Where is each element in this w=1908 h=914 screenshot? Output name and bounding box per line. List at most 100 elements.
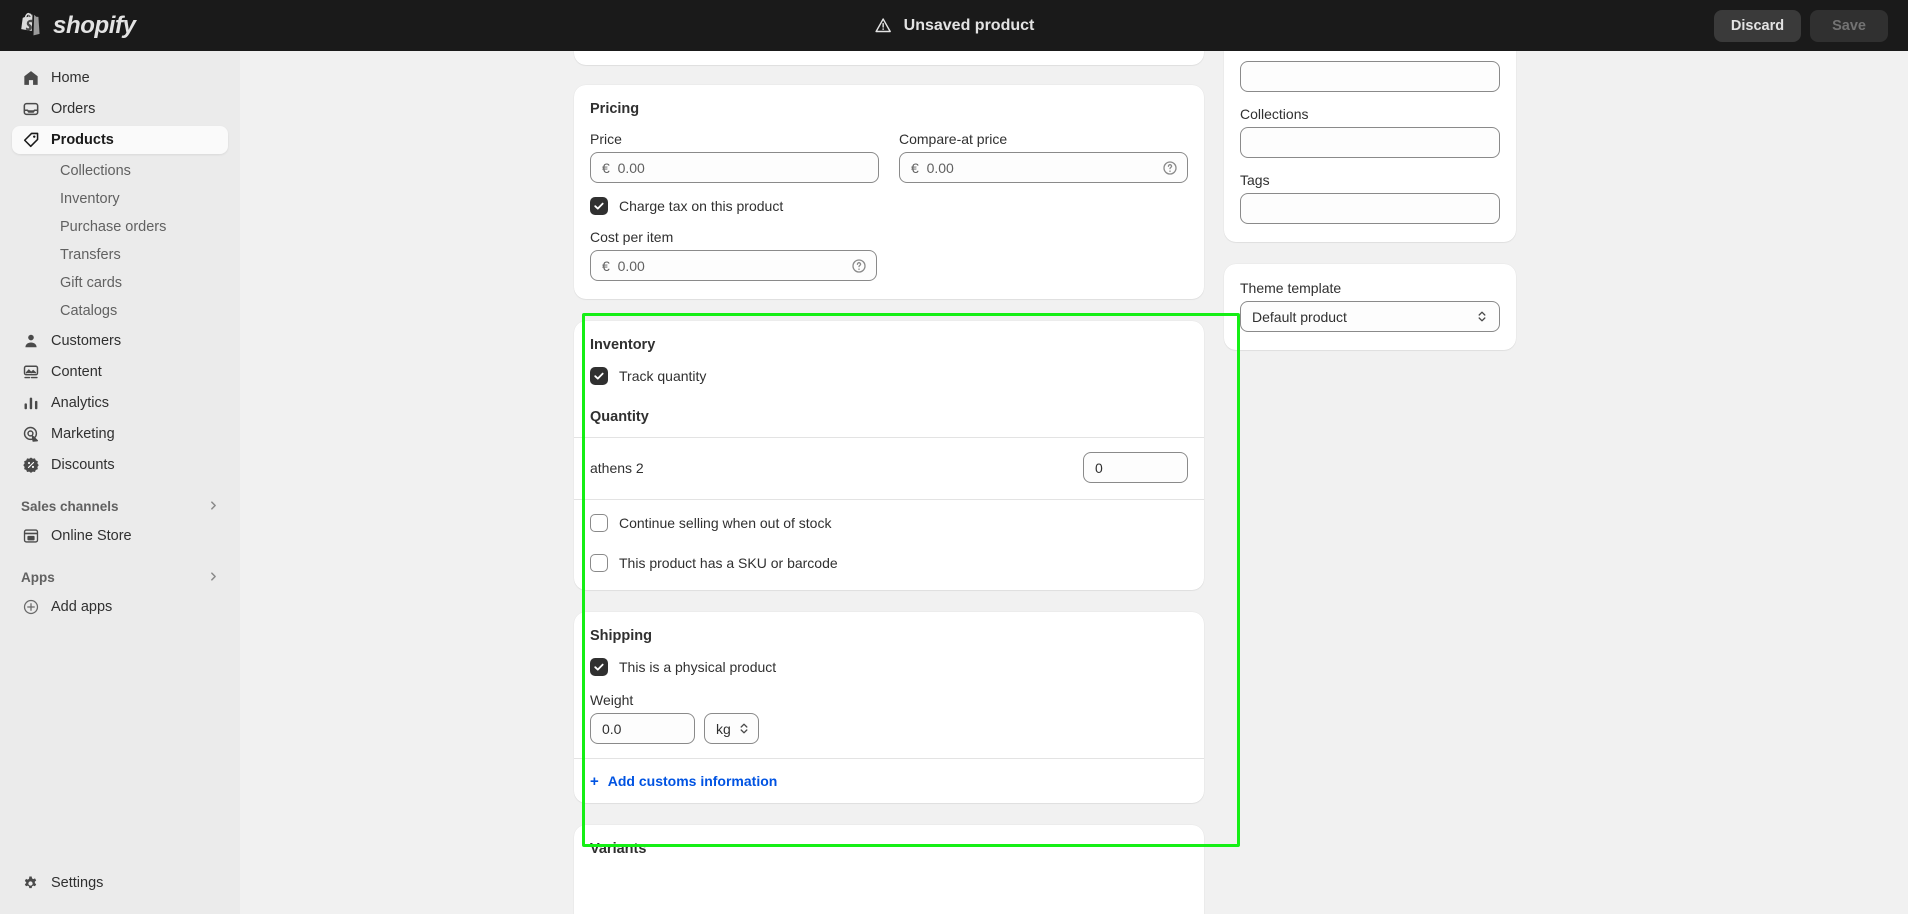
cost-per-item-input-wrap (590, 250, 878, 281)
price-input[interactable] (590, 152, 879, 183)
plus-icon: + (590, 772, 599, 790)
orders-inbox-icon (21, 100, 40, 119)
section-label: Sales channels (21, 498, 119, 514)
theme-template-label: Theme template (1240, 280, 1342, 296)
weight-unit-select[interactable]: kg (704, 713, 759, 744)
sidebar-item-purchase-orders[interactable]: Purchase orders (12, 213, 228, 240)
sidebar-subitem-label: Collections (60, 162, 131, 179)
cost-per-item-group: Cost per item (590, 229, 878, 281)
sidebar-item-label: Home (51, 70, 90, 86)
sidebar-subitem-label: Catalogs (60, 302, 118, 319)
primary-column: Pricing Price Compare-at price (574, 51, 1204, 914)
content-media-icon (21, 363, 40, 382)
product-form-layout: Pricing Price Compare-at price (574, 51, 1574, 914)
pricing-title: Pricing (590, 101, 640, 117)
cost-per-item-input[interactable] (590, 250, 878, 281)
save-button[interactable]: Save (1810, 9, 1888, 42)
add-customs-information-label: Add customs information (607, 773, 778, 789)
home-icon (21, 69, 40, 88)
physical-product-checkbox[interactable] (590, 658, 608, 676)
sidebar-item-home[interactable]: Home (12, 64, 228, 92)
shopify-admin-product-page: shopify Unsaved product Discard Save Hom… (0, 0, 1908, 914)
chevron-updown-icon (738, 721, 752, 737)
compare-at-price-label: Compare-at price (899, 131, 1008, 147)
sidebar-item-label: Marketing (51, 426, 115, 442)
unsaved-status: Unsaved product (874, 16, 1035, 35)
sidebar-item-analytics[interactable]: Analytics (12, 389, 228, 417)
compare-price-field-group: Compare-at price (899, 131, 1188, 183)
continue-selling-checkbox[interactable] (590, 514, 608, 532)
sidebar-item-label: Online Store (51, 528, 132, 544)
collections-input[interactable] (1240, 127, 1500, 158)
sku-barcode-checkbox-row[interactable]: This product has a SKU or barcode (590, 554, 1188, 572)
charge-tax-checkbox-row[interactable]: Charge tax on this product (590, 197, 1188, 215)
sidebar-item-settings[interactable]: Settings (12, 869, 228, 897)
sidebar-item-add-apps[interactable]: Add apps (12, 593, 228, 621)
continue-selling-checkbox-row[interactable]: Continue selling when out of stock (590, 514, 1188, 532)
weight-input[interactable] (590, 713, 695, 744)
sku-barcode-label: This product has a SKU or barcode (619, 555, 838, 571)
unsaved-product-label: Unsaved product (903, 16, 1035, 34)
shopify-wordmark: shopify (53, 11, 136, 39)
price-field-group: Price (590, 131, 879, 183)
sidebar-item-collections[interactable]: Collections (12, 157, 228, 184)
pricing-card: Pricing Price Compare-at price (574, 85, 1204, 299)
theme-template-select[interactable]: Default product (1240, 301, 1500, 332)
location-quantity-input[interactable] (1083, 452, 1188, 483)
collections-group: Collections (1240, 106, 1500, 158)
secondary-column: Collections Tags Theme template Default … (1224, 51, 1516, 914)
sidebar-section-apps[interactable]: Apps (12, 564, 228, 590)
sidebar-item-orders[interactable]: Orders (12, 95, 228, 123)
theme-template-card: Theme template Default product (1224, 264, 1516, 350)
shipping-card-footer: + Add customs information (574, 758, 1204, 803)
shipping-title: Shipping (590, 628, 653, 644)
sidebar-subitem-label: Purchase orders (60, 218, 167, 235)
chevron-updown-icon (1476, 309, 1490, 325)
sidebar-item-inventory[interactable]: Inventory (12, 185, 228, 212)
analytics-bars-icon (21, 394, 40, 413)
sidebar-item-products[interactable]: Products (12, 126, 228, 154)
gear-icon (21, 874, 40, 893)
sidebar-item-gift-cards[interactable]: Gift cards (12, 269, 228, 296)
warning-triangle-icon (874, 16, 893, 35)
marketing-target-icon (21, 425, 40, 444)
inventory-title: Inventory (590, 337, 656, 353)
track-quantity-checkbox-row[interactable]: Track quantity (590, 367, 1188, 385)
weight-group: Weight kg (590, 692, 1188, 744)
top-bar-actions: Discard Save (1713, 9, 1888, 42)
price-fields-row: Price Compare-at price (590, 131, 1188, 183)
track-quantity-checkbox[interactable] (590, 367, 608, 385)
physical-product-checkbox-row[interactable]: This is a physical product (590, 658, 1188, 676)
sidebar-item-label: Discounts (51, 457, 115, 473)
plus-circle-icon (21, 598, 40, 617)
shopify-brand[interactable]: shopify (18, 12, 240, 40)
help-circle-icon[interactable] (1162, 160, 1178, 176)
sidebar-item-catalogs[interactable]: Catalogs (12, 297, 228, 324)
sidebar-subitem-label: Transfers (60, 246, 121, 263)
sku-barcode-checkbox[interactable] (590, 554, 608, 572)
sidebar-item-customers[interactable]: Customers (12, 327, 228, 355)
sidebar-item-discounts[interactable]: Discounts (12, 451, 228, 479)
sidebar-item-content[interactable]: Content (12, 358, 228, 386)
sidebar-section-sales-channels[interactable]: Sales channels (12, 493, 228, 519)
add-customs-information-link[interactable]: + Add customs information (590, 773, 1188, 789)
sidebar-subitem-label: Inventory (60, 190, 120, 207)
weight-label: Weight (590, 692, 634, 708)
sidebar-item-online-store[interactable]: Online Store (12, 522, 228, 550)
weight-unit-value: kg (716, 720, 731, 737)
sidebar-item-transfers[interactable]: Transfers (12, 241, 228, 268)
charge-tax-checkbox[interactable] (590, 197, 608, 215)
product-type-group (1240, 51, 1500, 92)
discard-button[interactable]: Discard (1713, 9, 1802, 42)
top-bar: shopify Unsaved product Discard Save (0, 0, 1908, 51)
sidebar-item-marketing[interactable]: Marketing (12, 420, 228, 448)
tags-input[interactable] (1240, 193, 1500, 224)
chevron-right-icon (208, 500, 219, 513)
help-circle-icon[interactable] (851, 258, 867, 274)
cost-per-item-label: Cost per item (590, 229, 674, 245)
compare-at-price-input[interactable] (899, 152, 1188, 183)
product-type-input[interactable] (1240, 61, 1500, 92)
sidebar-item-label: Customers (51, 333, 122, 349)
sidebar-subitem-label: Gift cards (60, 274, 123, 291)
section-label: Apps (21, 569, 55, 585)
